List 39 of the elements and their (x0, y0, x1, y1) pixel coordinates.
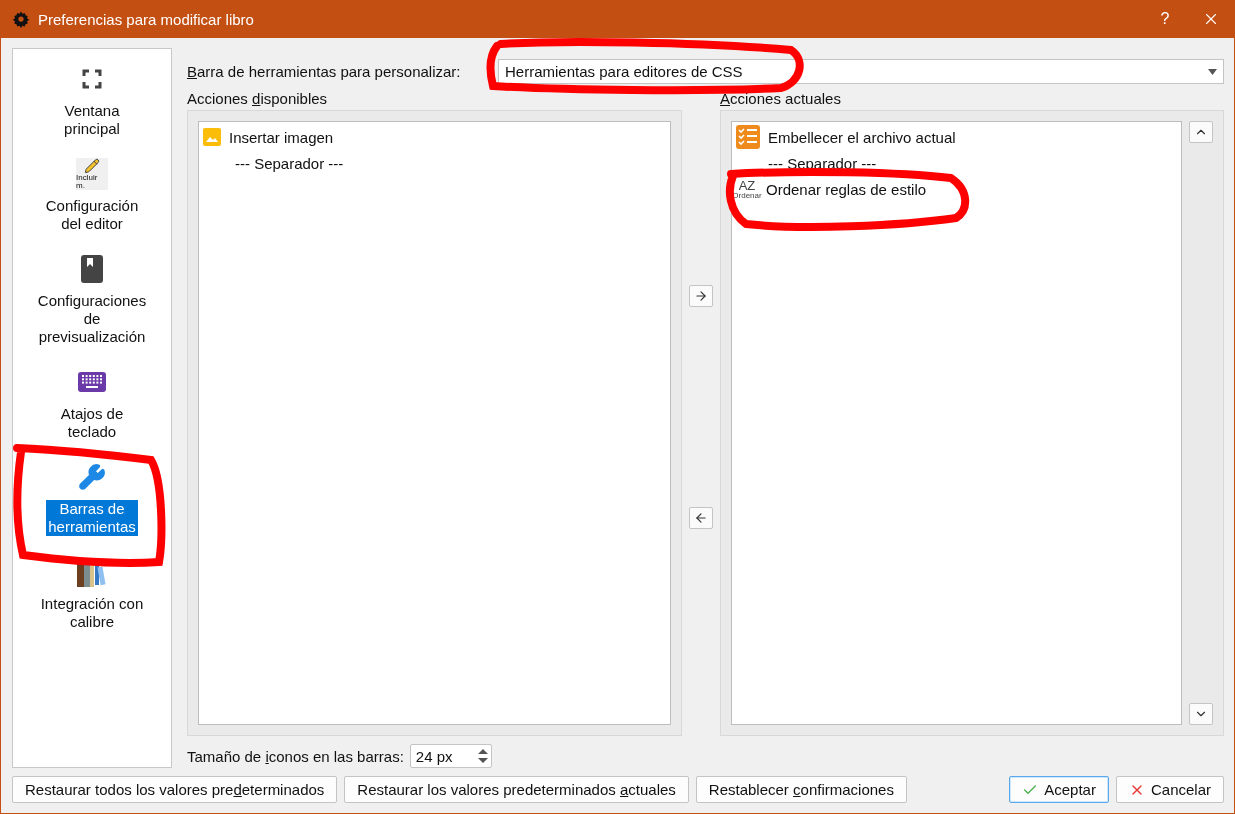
action-item[interactable]: Ordenar reglas de estilo (766, 180, 927, 198)
footer-button[interactable]: Restaurar los valores predeterminados actuales (344, 776, 689, 803)
sidebar-item[interactable]: Barras de herramientas (46, 500, 138, 536)
fullscreen-icon (82, 69, 102, 89)
window-title: Preferencias para modificar libro (38, 10, 255, 28)
cancel-button[interactable]: Cancelar (1115, 776, 1224, 803)
keyboard-icon (78, 372, 106, 392)
sidebar-item[interactable]: Ventana principal (62, 102, 122, 138)
book-icon (81, 255, 103, 283)
sidebar-item[interactable]: Atajos de teclado (58, 405, 126, 441)
action-item[interactable]: Embellecer el archivo actual (768, 128, 956, 146)
arrow-right-icon (694, 289, 708, 303)
separator-item[interactable]: --- Separador --- (235, 154, 344, 172)
separator-item[interactable]: --- Separador --- (768, 154, 877, 172)
footer-button[interactable]: Restaurar todos los valores predeterminados (12, 776, 338, 803)
move-up-button[interactable] (1189, 121, 1213, 143)
wrench-icon (78, 463, 106, 491)
list-heading: Acciones actuales (720, 90, 841, 107)
remove-button[interactable] (689, 507, 713, 529)
caret-icon (1208, 68, 1217, 75)
action-item[interactable]: Insertar imagen (229, 128, 334, 146)
pencil-icon: Incluir m. (76, 158, 108, 190)
checklist-icon (736, 125, 760, 149)
sidebar-item[interactable]: Configuraciones de previsualización (35, 292, 149, 346)
sidebar-item[interactable]: Integración con calibre (38, 595, 146, 631)
list-heading: Acciones disponibles (187, 90, 328, 107)
image-icon (203, 128, 221, 146)
sidebar-item[interactable]: Configuración del editor (43, 197, 141, 233)
field-label: Tamaño de iconos en las barras: (187, 747, 404, 765)
help-button[interactable]: ? (1142, 0, 1188, 38)
footer-button[interactable]: Restablecer confirmaciones (695, 776, 907, 803)
field-label: Barra de herramientas para personalizar: (187, 63, 461, 80)
toolbar-dropdown[interactable]: Herramientas para editores de CSS (498, 59, 1224, 84)
accept-button[interactable]: Aceptar (1009, 776, 1109, 803)
spin-arrows-icon (477, 748, 488, 764)
move-down-button[interactable] (1189, 703, 1213, 725)
icon-size-spinbox[interactable]: 24 px (409, 744, 492, 768)
gear-icon (12, 10, 30, 28)
add-button[interactable] (689, 285, 713, 307)
